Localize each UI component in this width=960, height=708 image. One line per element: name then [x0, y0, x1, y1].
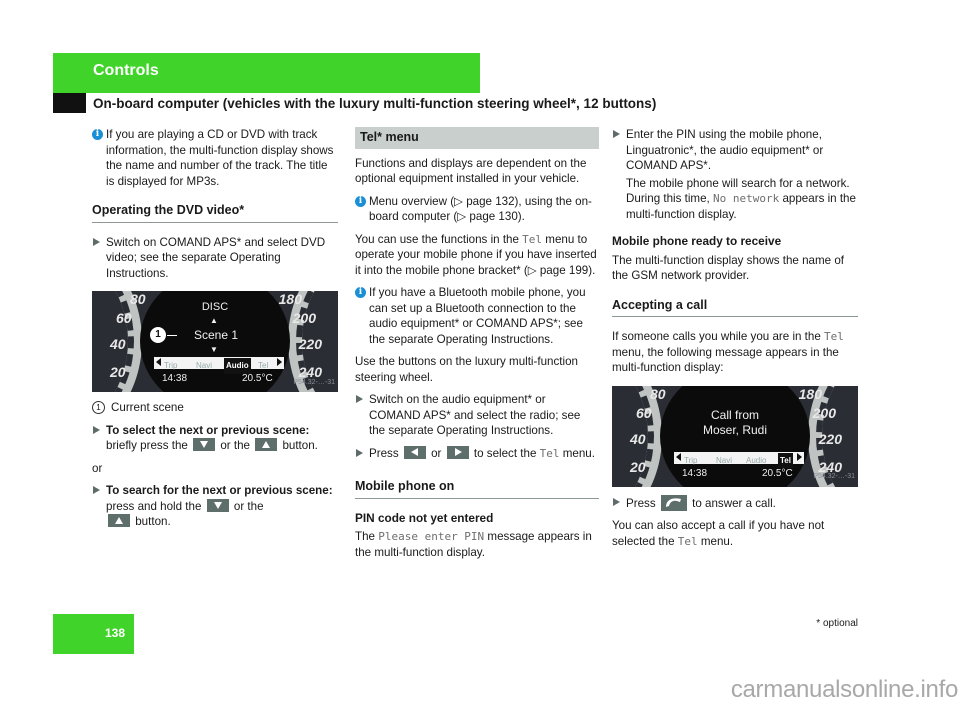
speed-label: 60 — [116, 310, 132, 326]
step: Switch on the audio equipment* or COMAND… — [355, 392, 599, 439]
column-3: Enter the PIN using the mobile phone, Li… — [612, 127, 858, 556]
heading-accepting-call: Accepting a call — [612, 298, 858, 317]
optional-note: * optional — [816, 618, 858, 629]
speed-label: 60 — [636, 404, 652, 421]
page-subtitle: On-board computer (vehicles with the lux… — [93, 96, 657, 111]
step: To select the next or previous scene: br… — [92, 423, 338, 454]
info-icon: i — [355, 195, 366, 207]
speed-label: 220 — [818, 430, 842, 447]
callout-marker: 1 — [150, 327, 166, 343]
watermark: carmanualsonline.info — [730, 676, 958, 703]
speed-label: 180 — [278, 291, 302, 307]
info-note: i If you have a Bluetooth mobile phone, … — [355, 285, 599, 347]
speed-label: 20 — [630, 458, 646, 475]
display-text-tel: Tel — [677, 534, 698, 548]
paragraph: The Please enter PIN message appears in … — [355, 530, 592, 559]
callout-line — [167, 335, 177, 336]
display-menu-bar: Trip Navi Audio Tel — [674, 451, 804, 468]
up-arrow-icon: ▲ — [210, 316, 218, 325]
display-text-no-network: No network — [713, 192, 780, 205]
speed-label: 180 — [798, 385, 822, 402]
speed-label: 20 — [110, 364, 126, 380]
paragraph: The multi-function display shows the nam… — [612, 253, 844, 283]
heading-mobile-phone-on: Mobile phone on — [355, 479, 599, 499]
menu-right-arrow-icon — [797, 452, 802, 461]
step: Enter the PIN using the mobile phone, Li… — [612, 127, 858, 174]
step: To search for the next or previous scene… — [92, 483, 338, 530]
menu-right-arrow-icon — [277, 358, 282, 366]
speed-label: 220 — [298, 336, 322, 352]
paragraph: The mobile phone will search for a netwo… — [626, 176, 856, 221]
temperature: 20.5°C — [242, 373, 273, 384]
up-button-icon — [255, 438, 278, 451]
display-text-tel: Tel — [539, 446, 560, 460]
or-text: or — [92, 461, 103, 475]
heading-dvd: Operating the DVD video* — [92, 203, 338, 223]
display-menu-bar: Trip Navi Audio Tel — [154, 357, 284, 374]
speed-label: 200 — [292, 310, 316, 326]
clock: 14:38 — [682, 467, 708, 479]
paragraph: Use the buttons on the luxury multi-func… — [355, 355, 578, 384]
info-note: i If you are playing a CD or DVD with tr… — [92, 127, 338, 189]
paragraph: You can also accept a call if you have n… — [612, 519, 825, 548]
menu-item: Navi — [716, 455, 733, 465]
paragraph: You can use the functions in the Tel men… — [355, 232, 597, 277]
down-button-icon — [193, 438, 216, 451]
temperature: 20.5°C — [762, 467, 793, 479]
speed-label: 40 — [110, 336, 126, 352]
display-text-pin: Please enter PIN — [378, 530, 485, 543]
header-marker — [53, 93, 86, 113]
instrument-display-disc: 80 60 40 20 180 200 220 240 DISC ▲ 1 Sce… — [92, 291, 338, 392]
info-icon: i — [355, 287, 366, 298]
clock: 14:38 — [162, 373, 188, 384]
info-icon: i — [92, 129, 103, 140]
bullet-arrow-icon — [356, 448, 363, 457]
bullet-arrow-icon — [356, 395, 363, 403]
menu-item: Navi — [196, 361, 213, 370]
speed-label: 40 — [630, 430, 646, 447]
step: Switch on COMAND APS* and select DVD vid… — [92, 235, 338, 282]
heading-pin: PIN code not yet entered — [355, 510, 494, 525]
bullet-arrow-icon — [613, 497, 620, 506]
menu-left-arrow-icon — [156, 358, 161, 366]
page-number: 138 — [104, 626, 125, 640]
bullet-arrow-icon — [93, 425, 100, 434]
figure-code: P54.32-…-31 — [293, 378, 335, 386]
info-note: i Menu overview (▷ page 132), using the … — [355, 194, 599, 225]
figure-caption: 1 Current scene — [92, 400, 338, 416]
section-title: Controls — [93, 62, 159, 79]
phone-answer-icon — [660, 494, 687, 511]
right-button-icon — [446, 445, 469, 459]
paragraph: If someone calls you while you are in th… — [612, 330, 844, 374]
display-text-tel: Tel — [824, 330, 844, 343]
heading-ready: Mobile phone ready to receive — [612, 234, 782, 248]
down-button-icon — [206, 498, 229, 512]
down-arrow-icon: ▼ — [210, 345, 218, 354]
speed-label: 200 — [812, 404, 836, 421]
display-text-tel: Tel — [522, 232, 543, 246]
step: Press or to select the Tel menu. — [355, 445, 599, 462]
instrument-display-call: 80 60 40 20 180 200 220 240 Call from Mo… — [612, 385, 858, 487]
display-line-2: Moser, Rudi — [702, 422, 768, 437]
up-button-icon — [108, 514, 130, 527]
heading-tel-menu: Tel* menu — [355, 127, 599, 149]
column-2: Tel* menu Functions and displays are dep… — [355, 127, 599, 567]
menu-left-arrow-icon — [676, 452, 681, 461]
column-1: i If you are playing a CD or DVD with tr… — [92, 127, 338, 537]
speed-label: 80 — [650, 385, 666, 402]
display-line-1: Call from — [710, 407, 759, 422]
left-button-icon — [403, 445, 426, 459]
bullet-arrow-icon — [93, 237, 100, 246]
speed-label: 80 — [130, 291, 146, 307]
paragraph: Functions and displays are dependent on … — [355, 156, 587, 186]
bullet-arrow-icon — [93, 486, 100, 494]
figure-code: P54.32-…-31 — [813, 473, 855, 480]
step: Press to answer a call. — [612, 494, 858, 512]
bullet-arrow-icon — [613, 130, 620, 138]
callout-number: 1 — [92, 401, 105, 414]
